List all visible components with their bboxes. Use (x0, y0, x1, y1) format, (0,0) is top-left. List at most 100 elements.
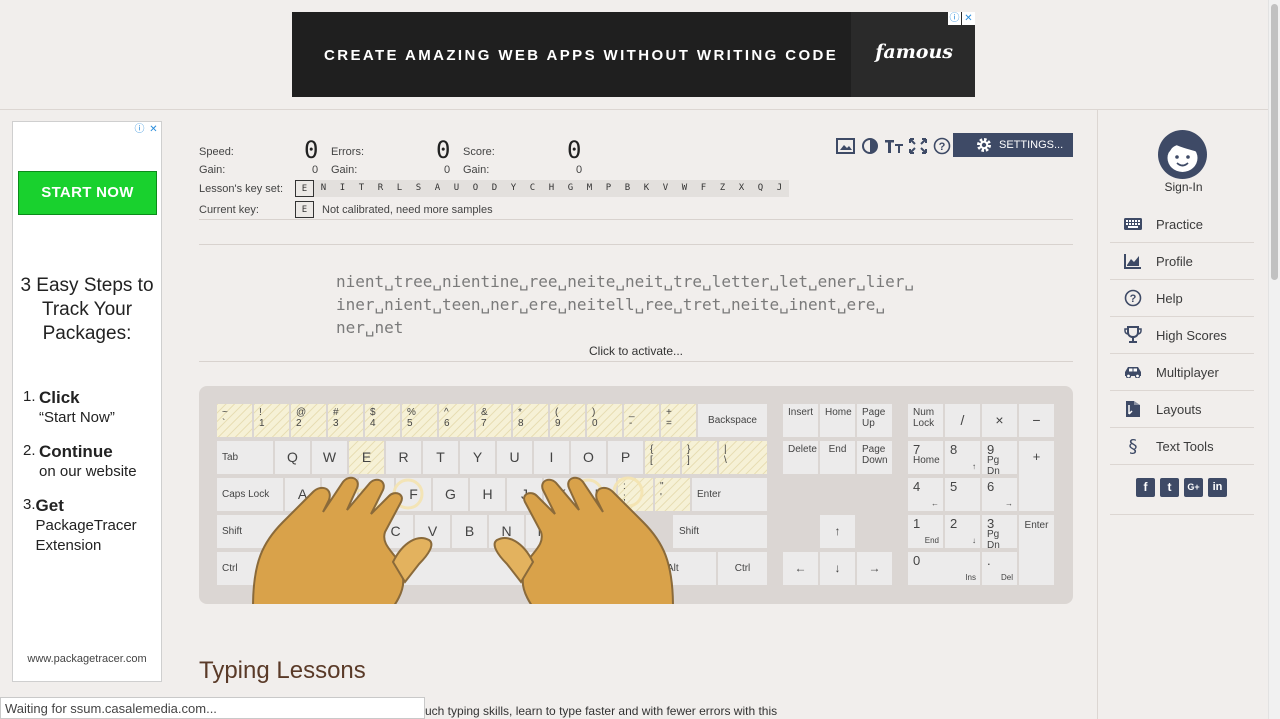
keyset-key: L (390, 180, 409, 197)
key-enter[interactable]: Enter (692, 478, 767, 511)
key-num-0[interactable]: 0 Ins (908, 552, 980, 585)
key-num-dot[interactable]: . Del (982, 552, 1017, 585)
key-end[interactable]: End (820, 441, 855, 474)
key-num-5[interactable]: 5 (945, 478, 980, 511)
keyset-key: Q (751, 180, 770, 197)
google-plus-icon[interactable]: G+ (1184, 478, 1203, 497)
text-size-icon[interactable] (884, 137, 904, 155)
left-side-ad[interactable]: ⓘ ✕ START NOW 3 Easy Steps to Track Your… (12, 121, 162, 682)
practice-text[interactable]: nient␣tree␣nientine␣ree␣neite␣neit␣tre␣l… (336, 270, 956, 339)
car-icon (1125, 367, 1141, 378)
keyset-key: A (428, 180, 447, 197)
key-arrow-down[interactable]: ↓ (820, 552, 855, 585)
key-arrow-up[interactable]: ↑ (820, 515, 855, 548)
sidebar-item-practice[interactable]: Practice (1110, 206, 1254, 243)
key-0[interactable]: ) 0 (587, 404, 622, 437)
ad-close-icon[interactable]: ✕ (962, 12, 975, 25)
left-ad-info-icon[interactable]: ⓘ (133, 123, 146, 136)
key-right-ctrl[interactable]: Ctrl (718, 552, 767, 585)
click-to-activate[interactable]: Click to activate... (199, 344, 1073, 358)
keyset-key: F (694, 180, 713, 197)
contrast-icon[interactable] (860, 137, 880, 155)
page-scrollbar[interactable] (1268, 0, 1280, 719)
avatar-icon[interactable] (1158, 130, 1207, 179)
keyset-key: U (447, 180, 466, 197)
speed-value: 0 (304, 136, 319, 164)
sidebar-item-help[interactable]: ? Help (1110, 280, 1254, 317)
key-4[interactable]: $4 (365, 404, 400, 437)
sidebar-item-text-tools[interactable]: § Text Tools (1110, 428, 1254, 465)
sidebar-item-multiplayer[interactable]: Multiplayer (1110, 354, 1254, 391)
key-minus[interactable]: _ - (624, 404, 659, 437)
key-arrow-right[interactable]: → (857, 552, 892, 585)
key-num-7[interactable]: 7 Home (908, 441, 943, 474)
facebook-icon[interactable]: f (1136, 478, 1155, 497)
divider (199, 244, 1073, 245)
key-insert[interactable]: Insert (783, 404, 818, 437)
key-num-multiply[interactable]: × (982, 404, 1017, 437)
key-num-lock[interactable]: Num Lock (908, 404, 943, 437)
sign-in-link[interactable]: Sign-In (1098, 180, 1269, 194)
browser-status-bar: Waiting for ssum.casalemedia.com... (0, 697, 425, 719)
settings-button[interactable]: SETTINGS... (953, 133, 1073, 157)
key-num-4[interactable]: 4 ← (908, 478, 943, 511)
keyset-key: J (770, 180, 789, 197)
left-ad-close-icon[interactable]: ✕ (147, 123, 160, 136)
key-close-bracket[interactable]: }] (682, 441, 717, 474)
key-arrow-left[interactable]: ← (783, 552, 818, 585)
keyset-key: N (314, 180, 333, 197)
scrollbar-thumb[interactable] (1271, 4, 1278, 280)
key-7[interactable]: & 7 (476, 404, 511, 437)
key-num-divide[interactable]: / (945, 404, 980, 437)
key-equals[interactable]: + = (661, 404, 696, 437)
key-8[interactable]: * 8 (513, 404, 548, 437)
key-page-down[interactable]: Page Down (857, 441, 892, 474)
key-num-plus[interactable]: + (1019, 441, 1054, 511)
keyset-key: Z (713, 180, 732, 197)
help-icon: ? (1124, 289, 1142, 307)
key-num-1[interactable]: 1 End (908, 515, 943, 548)
key-home[interactable]: Home (820, 404, 855, 437)
svg-text:§: § (1129, 437, 1138, 455)
key-5[interactable]: % 5 (402, 404, 437, 437)
sidebar-item-profile[interactable]: Profile (1110, 243, 1254, 280)
fullscreen-icon[interactable] (908, 137, 928, 155)
top-banner-ad[interactable]: CREATE AMAZING WEB APPS WITHOUT WRITING … (292, 12, 975, 97)
key-page-up[interactable]: Page Up (857, 404, 892, 437)
keyset-key: E (295, 180, 314, 197)
key-tilde[interactable]: ~ ` (217, 404, 252, 437)
key-backslash[interactable]: | \ (719, 441, 767, 474)
key-num-8[interactable]: 8 ↑ (945, 441, 980, 474)
key-num-3[interactable]: 3 Pg Dn (982, 515, 1017, 551)
keyset-key: Y (504, 180, 523, 197)
left-ad-headline: 3 Easy Steps to Track Your Packages: (20, 275, 154, 344)
sidebar-nav: Practice Profile ? Help High Scores Multi… (1110, 206, 1254, 465)
image-icon[interactable] (836, 137, 856, 155)
key-9[interactable]: (9 (550, 404, 585, 437)
svg-text:?: ? (939, 141, 946, 153)
key-3[interactable]: #3 (328, 404, 363, 437)
virtual-keyboard[interactable]: ~ ` ! 1 @2 #3 $4 % 5 ^ 6 & 7 * 8 (9 ) 0 _ - + = B… (199, 386, 1073, 604)
key-delete[interactable]: Delete (783, 441, 818, 474)
key-num-9[interactable]: 9 Pg Dn (982, 441, 1017, 477)
key-6[interactable]: ^ 6 (439, 404, 474, 437)
help-icon[interactable]: ? (932, 137, 952, 155)
ad-step: 3. Get PackageTracer Extension (23, 496, 137, 554)
key-backspace[interactable]: Backspace (698, 404, 767, 437)
start-now-button[interactable]: START NOW (18, 171, 157, 215)
key-num-minus[interactable]: − (1019, 404, 1054, 437)
divider (199, 361, 1073, 362)
sidebar-item-high-scores[interactable]: High Scores (1110, 317, 1254, 354)
key-right-shift[interactable]: Shift (673, 515, 767, 548)
key-2[interactable]: @2 (291, 404, 326, 437)
key-num-enter[interactable]: Enter (1019, 515, 1054, 585)
keyset-key: C (523, 180, 542, 197)
sidebar-item-layouts[interactable]: Layouts (1110, 391, 1254, 428)
key-1[interactable]: ! 1 (254, 404, 289, 437)
ad-info-icon[interactable]: ⓘ (948, 12, 961, 25)
keyboard-icon (1124, 218, 1142, 230)
linkedin-icon[interactable]: in (1208, 478, 1227, 497)
twitter-icon[interactable]: t (1160, 478, 1179, 497)
key-num-2[interactable]: 2 ↓ (945, 515, 980, 548)
key-num-6[interactable]: 6 → (982, 478, 1017, 511)
